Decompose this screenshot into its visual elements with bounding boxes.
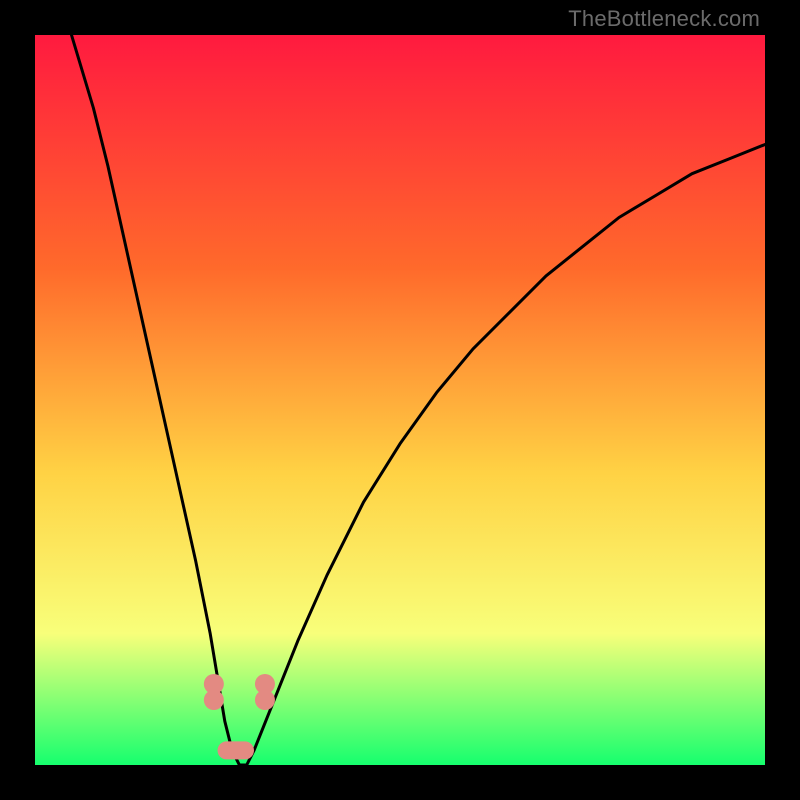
gradient-background bbox=[35, 35, 765, 765]
chart-frame bbox=[0, 0, 800, 800]
chart-svg bbox=[35, 35, 765, 765]
watermark-text: TheBottleneck.com bbox=[568, 6, 760, 32]
chart-plot bbox=[35, 35, 765, 765]
bottom-bar bbox=[218, 741, 255, 759]
